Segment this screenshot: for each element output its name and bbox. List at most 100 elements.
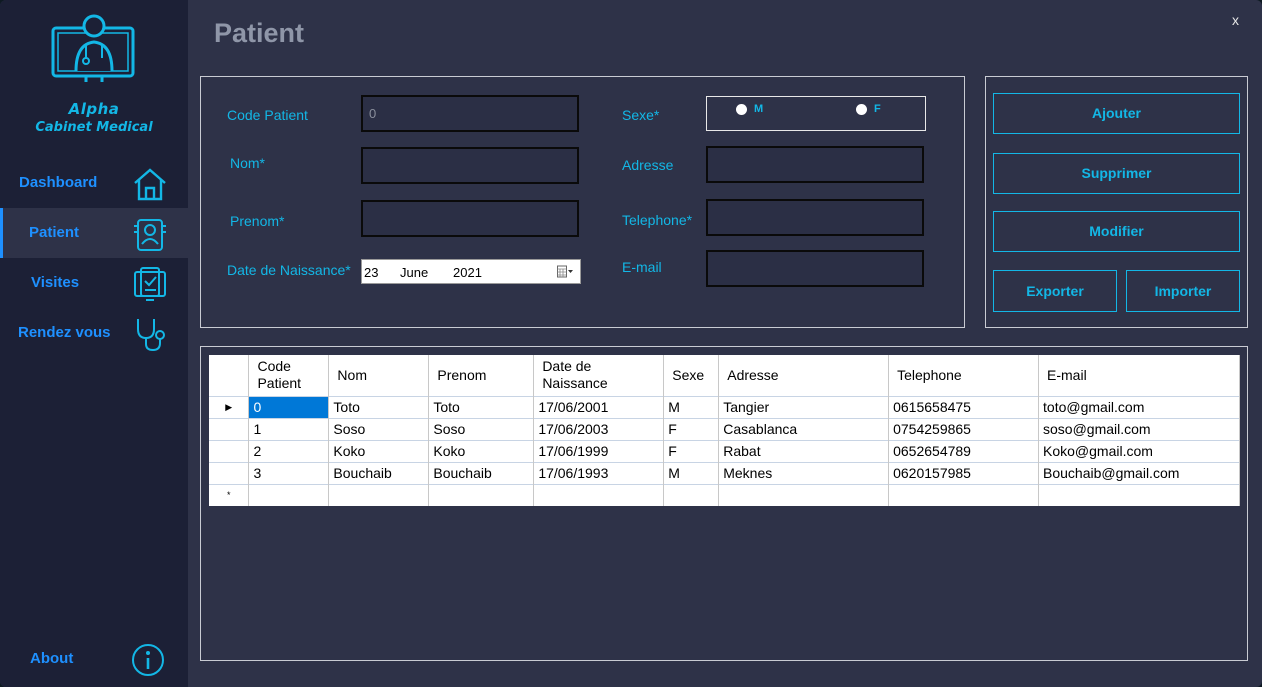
table-cell[interactable] <box>663 483 720 506</box>
sexe-radio-m[interactable] <box>736 104 747 115</box>
ajouter-button[interactable]: Ajouter <box>993 93 1240 134</box>
table-cell[interactable]: 3 <box>248 461 330 484</box>
calendar-dropdown-icon[interactable] <box>557 265 573 279</box>
table-cell[interactable]: F <box>663 417 720 440</box>
telephone-field[interactable] <box>706 199 924 236</box>
table-cell[interactable]: F <box>663 439 720 462</box>
table-row[interactable]: 2 Koko Koko 17/06/1999 F Rabat 065265478… <box>209 439 1240 462</box>
email-label: E-mail <box>622 259 662 275</box>
column-header[interactable]: Prenom <box>428 355 535 396</box>
table-cell[interactable]: soso@gmail.com <box>1038 417 1240 440</box>
sexe-radio-group: M F <box>706 96 926 131</box>
table-cell[interactable] <box>888 483 1040 506</box>
email-field[interactable] <box>706 250 924 287</box>
sexe-radio-f[interactable] <box>856 104 867 115</box>
table-cell[interactable]: Koko <box>328 439 430 462</box>
prenom-label: Prenom* <box>230 213 285 229</box>
table-cell[interactable]: toto@gmail.com <box>1038 395 1240 418</box>
patient-form-panel: Code Patient 0 Nom* Prenom* Date de Nais… <box>200 76 965 328</box>
table-row[interactable]: 3 Bouchaib Bouchaib 17/06/1993 M Meknes … <box>209 461 1240 484</box>
sidebar-item-patient[interactable]: Patient <box>0 208 188 258</box>
sidebar-item-dashboard[interactable]: Dashboard <box>0 158 188 208</box>
sidebar-item-rendez-vous[interactable]: Rendez vous <box>0 308 188 358</box>
info-icon <box>132 644 164 676</box>
table-cell[interactable]: 0 <box>248 395 330 418</box>
date-naissance-picker[interactable]: 23 June 2021 <box>361 259 581 284</box>
table-cell[interactable]: 0652654789 <box>888 439 1040 462</box>
prenom-field[interactable] <box>361 200 579 237</box>
exporter-button[interactable]: Exporter <box>993 270 1117 312</box>
table-cell[interactable]: M <box>663 461 720 484</box>
table-cell[interactable]: Toto <box>428 395 535 418</box>
table-cell[interactable]: 2 <box>248 439 330 462</box>
table-cell[interactable]: Bouchaib <box>428 461 535 484</box>
column-header[interactable]: Sexe <box>663 355 720 396</box>
table-cell[interactable]: 17/06/2003 <box>533 417 665 440</box>
table-cell[interactable]: 0620157985 <box>888 461 1040 484</box>
sidebar-item-visites[interactable]: Visites <box>0 258 188 308</box>
date-day: 23 <box>364 265 379 280</box>
nom-field[interactable] <box>361 147 579 184</box>
code-patient-field[interactable]: 0 <box>361 95 579 132</box>
table-cell[interactable] <box>718 483 890 506</box>
brand-subtitle: Cabinet Medical <box>35 120 153 135</box>
table-cell[interactable] <box>1038 483 1240 506</box>
sidebar-item-label: Rendez vous <box>18 324 111 341</box>
row-header[interactable] <box>209 461 250 484</box>
table-cell[interactable]: 0754259865 <box>888 417 1040 440</box>
table-row[interactable]: ▶ 0 Toto Toto 17/06/2001 M Tangier 06156… <box>209 395 1240 418</box>
table-cell[interactable]: Bouchaib@gmail.com <box>1038 461 1240 484</box>
sidebar: Alpha Cabinet Medical Dashboard Patient … <box>0 0 188 687</box>
patients-table: Code Patient Nom Prenom Date de Naissanc… <box>209 355 1240 506</box>
table-cell[interactable]: 1 <box>248 417 330 440</box>
adresse-field[interactable] <box>706 146 924 183</box>
column-header[interactable]: Date de Naissance <box>533 355 665 396</box>
table-cell[interactable]: Bouchaib <box>328 461 430 484</box>
date-naissance-label: Date de Naissance* <box>227 262 351 278</box>
row-header[interactable] <box>209 439 250 462</box>
column-header[interactable]: Nom <box>328 355 430 396</box>
table-cell[interactable]: M <box>663 395 720 418</box>
table-cell[interactable]: Koko <box>428 439 535 462</box>
stethoscope-icon <box>137 319 165 352</box>
table-cell[interactable]: 17/06/1993 <box>533 461 665 484</box>
table-cell[interactable] <box>428 483 535 506</box>
sexe-label: Sexe* <box>622 107 660 123</box>
table-cell[interactable]: 0615658475 <box>888 395 1040 418</box>
modifier-button[interactable]: Modifier <box>993 211 1240 252</box>
table-cell[interactable] <box>533 483 665 506</box>
page-title: Patient <box>214 18 305 48</box>
column-header[interactable]: Adresse <box>718 355 890 396</box>
importer-button[interactable]: Importer <box>1126 270 1240 312</box>
row-header-corner <box>209 355 250 396</box>
actions-panel: Ajouter Supprimer Modifier Exporter Impo… <box>985 76 1248 328</box>
table-cell[interactable]: Meknes <box>718 461 890 484</box>
code-patient-label: Code Patient <box>227 107 308 123</box>
table-header-row: Code Patient Nom Prenom Date de Naissanc… <box>209 355 1240 396</box>
table-cell[interactable]: Casablanca <box>718 417 890 440</box>
supprimer-button[interactable]: Supprimer <box>993 153 1240 194</box>
table-row[interactable]: 1 Soso Soso 17/06/2003 F Casablanca 0754… <box>209 417 1240 440</box>
table-cell[interactable]: Toto <box>328 395 430 418</box>
table-cell[interactable]: 17/06/2001 <box>533 395 665 418</box>
column-header[interactable]: Code Patient <box>248 355 330 396</box>
sidebar-item-label: Patient <box>29 224 80 241</box>
app-window: Alpha Cabinet Medical Dashboard Patient … <box>0 0 1262 687</box>
table-cell[interactable]: Rabat <box>718 439 890 462</box>
table-cell[interactable]: Tangier <box>718 395 890 418</box>
new-row[interactable]: * <box>209 483 1240 506</box>
sidebar-item-label: Visites <box>31 274 80 291</box>
sidebar-item-about[interactable]: About <box>0 634 188 684</box>
table-cell[interactable] <box>328 483 430 506</box>
table-cell[interactable]: Soso <box>328 417 430 440</box>
table-cell[interactable]: 17/06/1999 <box>533 439 665 462</box>
nom-label: Nom* <box>230 155 266 171</box>
adresse-label: Adresse <box>622 157 674 173</box>
table-cell[interactable]: Koko@gmail.com <box>1038 439 1240 462</box>
table-cell[interactable] <box>248 483 330 506</box>
table-cell[interactable]: Soso <box>428 417 535 440</box>
row-header[interactable] <box>209 417 250 440</box>
column-header[interactable]: Telephone <box>888 355 1040 396</box>
column-header[interactable]: E-mail <box>1038 355 1240 396</box>
close-button[interactable]: x <box>1232 12 1239 28</box>
